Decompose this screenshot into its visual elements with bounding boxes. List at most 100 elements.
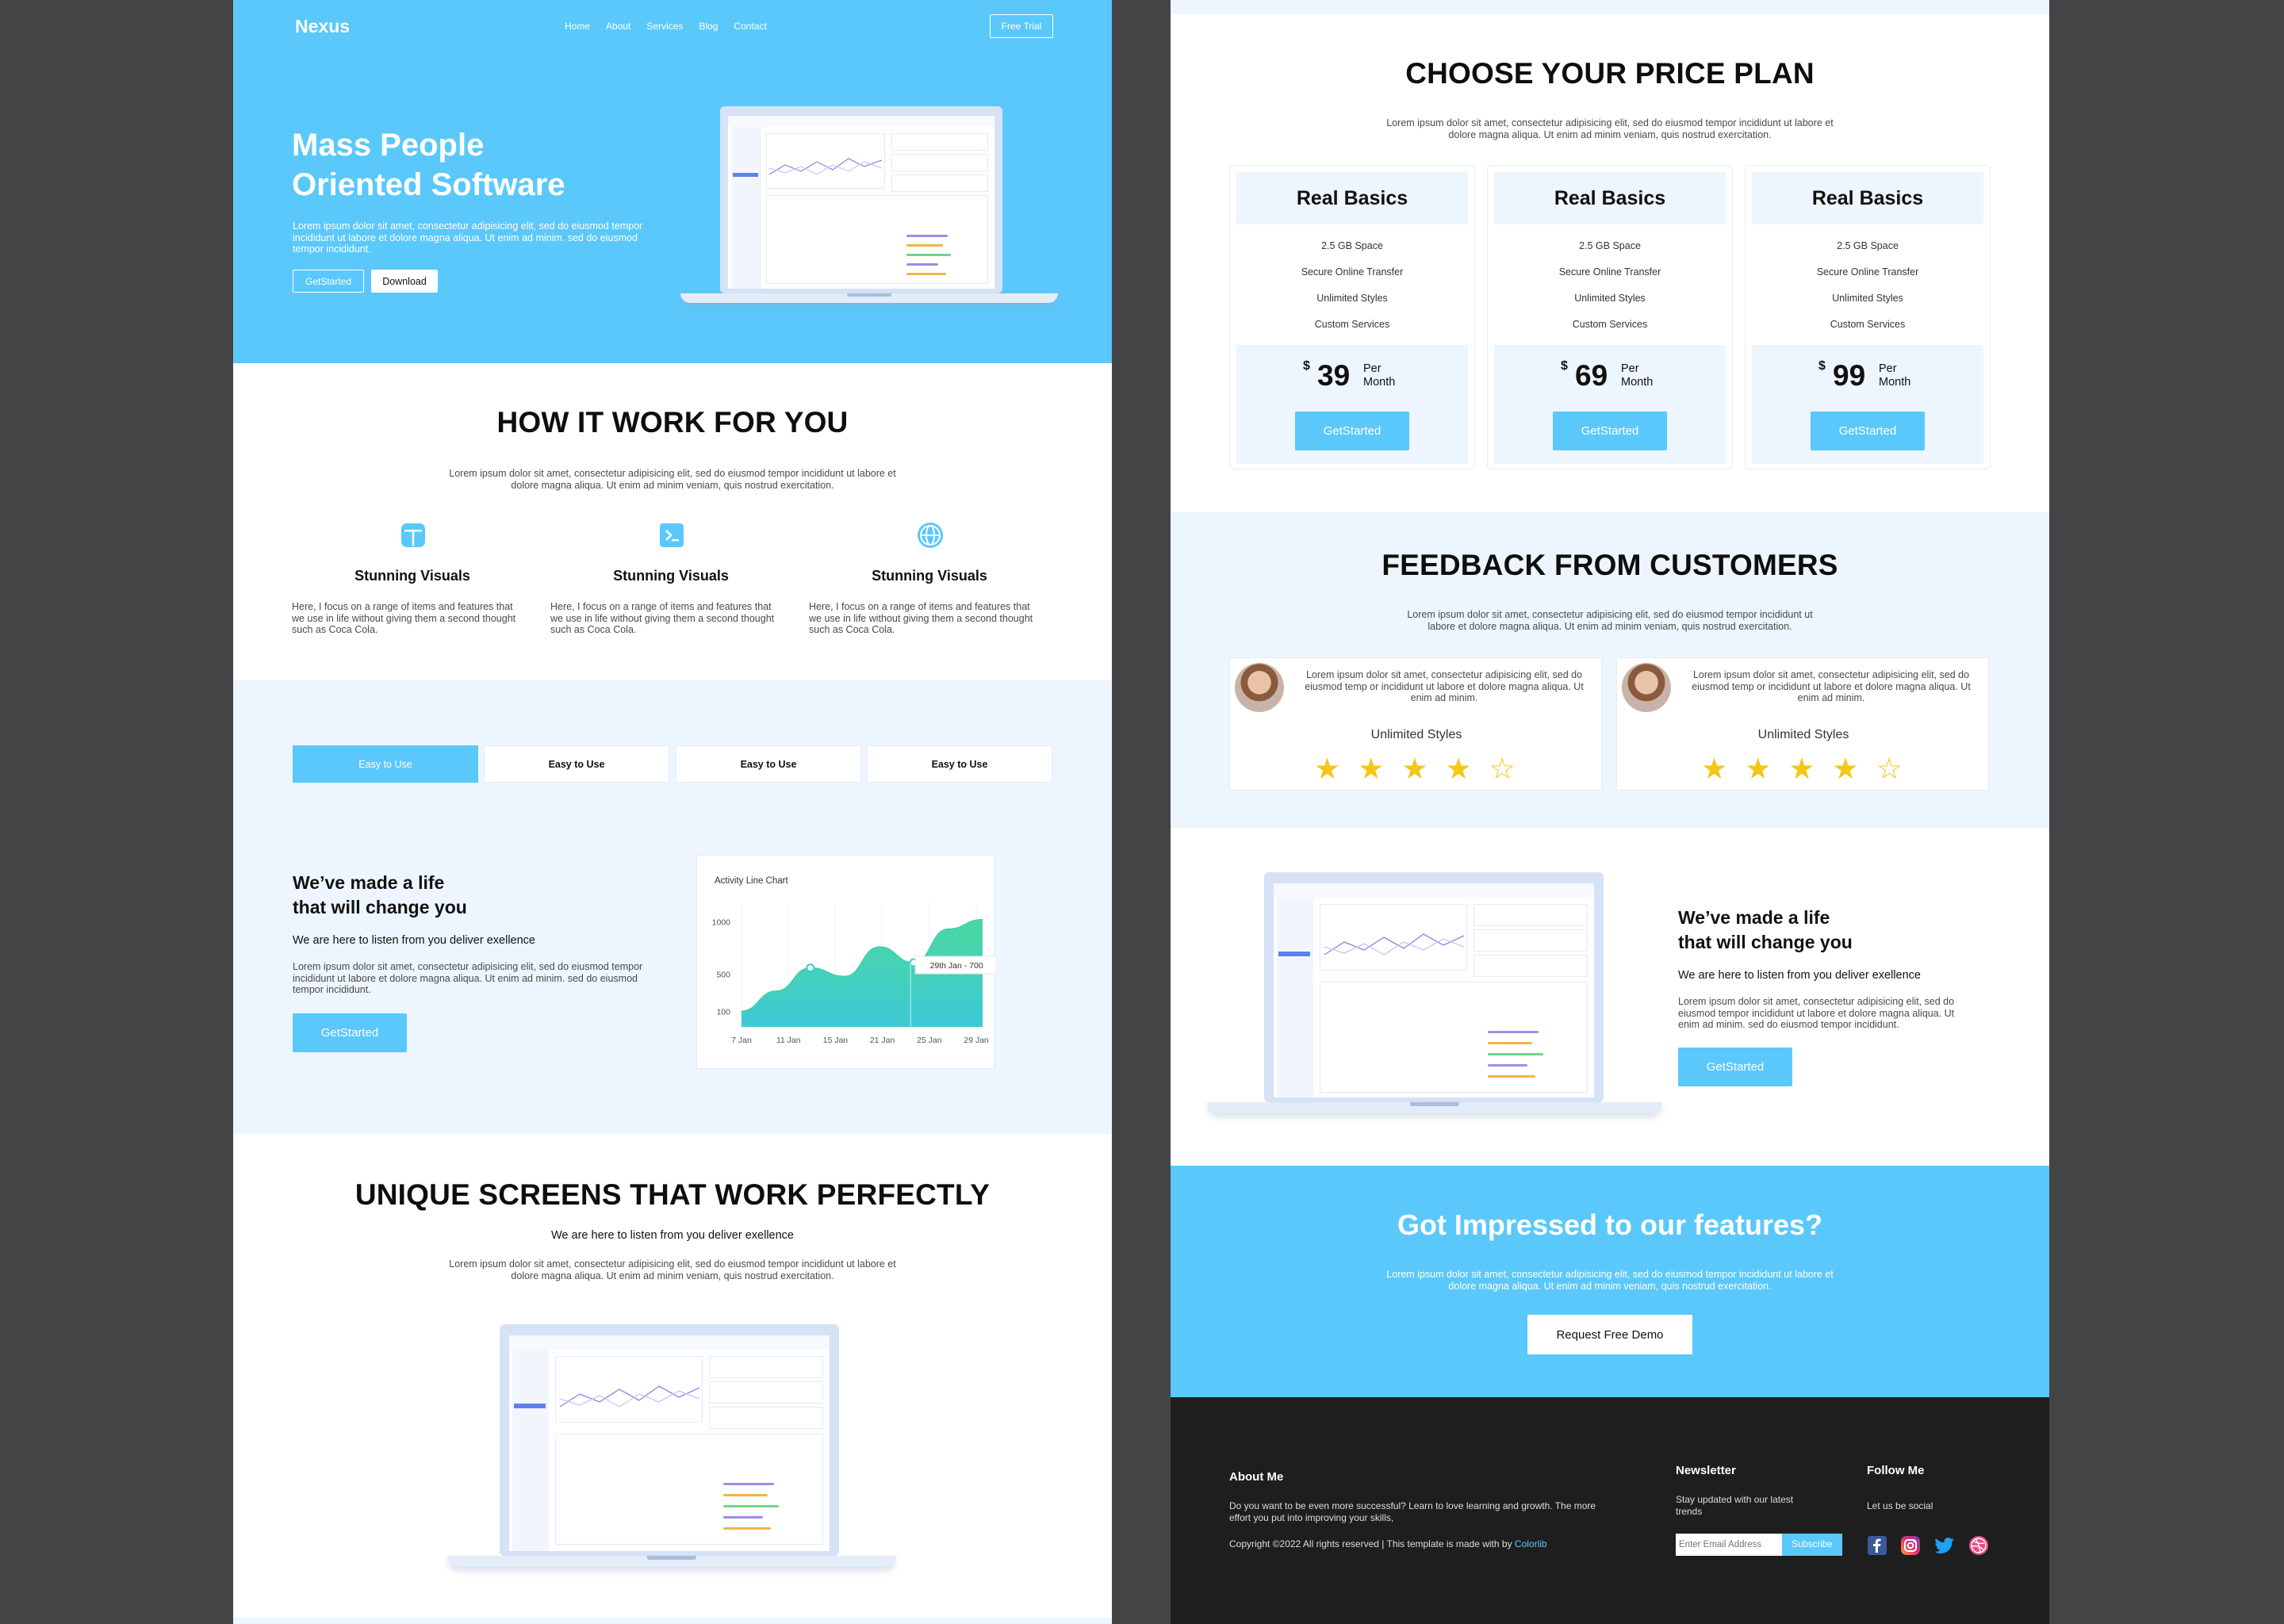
tab-easy-to-use-1[interactable]: Easy to Use <box>293 745 478 783</box>
x-tick-label: 11 Jan <box>776 1036 801 1045</box>
price-box: $ 39 Per Month GetStarted <box>1236 345 1468 464</box>
plan-name: Real Basics <box>1236 172 1468 224</box>
nav-services[interactable]: Services <box>646 21 683 32</box>
colorlib-link[interactable]: Colorlib <box>1515 1538 1547 1549</box>
x-tick-label: 7 Jan <box>731 1036 752 1045</box>
avatar <box>1235 663 1284 712</box>
unique-text: Lorem ipsum dolor sit amet, consectetur … <box>449 1258 896 1281</box>
plan-getstarted-button[interactable]: GetStarted <box>1553 412 1667 450</box>
follow-text: Let us be social <box>1867 1500 1933 1511</box>
tab-easy-to-use-4[interactable]: Easy to Use <box>867 745 1052 783</box>
nav-blog[interactable]: Blog <box>699 21 718 32</box>
price-box: $ 69 Per Month GetStarted <box>1494 345 1726 464</box>
feature-text-2: Here, I focus on a range of items and fe… <box>550 601 775 635</box>
chart-point <box>806 963 815 973</box>
price-value: 69 <box>1575 359 1608 392</box>
feature-title-2: Stunning Visuals <box>613 568 729 584</box>
unique-subtitle: We are here to listen from you deliver e… <box>551 1229 794 1242</box>
nav-about[interactable]: About <box>606 21 630 32</box>
y-tick-label: 100 <box>716 1008 730 1017</box>
price-value: 99 <box>1833 359 1866 392</box>
mockup-line-chart-icon <box>769 158 882 175</box>
globe-icon <box>917 522 944 549</box>
rating-stars: ★★★★☆ <box>1701 753 1920 785</box>
life-text-right: Lorem ipsum dolor sit amet, consectetur … <box>1678 996 1955 1030</box>
price-card-1: Real Basics 2.5 GB Space Secure Online T… <box>1229 165 1475 469</box>
bottom-band <box>233 1618 1112 1624</box>
y-tick-label: 500 <box>716 971 730 980</box>
subscribe-button[interactable]: Subscribe <box>1782 1534 1842 1556</box>
landing-page-right: CHOOSE YOUR PRICE PLAN Lorem ipsum dolor… <box>1171 0 2049 1624</box>
footer-copyright: Copyright ©2022 All rights reserved | Th… <box>1229 1538 1547 1549</box>
life-title: We’ve made a life that will change you <box>293 872 467 917</box>
terminal-icon <box>658 522 685 549</box>
activity-chart-card: Activity Line Chart 7 Jan 11 Jan 15 Jan 21 … <box>696 855 995 1069</box>
unique-section-title: UNIQUE SCREENS THAT WORK PERFECTLY <box>354 1178 991 1211</box>
hero-download-button[interactable]: Download <box>371 270 438 293</box>
life-title-right: We’ve made a life that will change you <box>1678 907 1853 952</box>
price-card-3: Real Basics 2.5 GB Space Secure Online T… <box>1745 165 1991 469</box>
cta-section: Got Impressed to our features? Lorem ips… <box>1171 1166 2049 1397</box>
logo[interactable]: Nexus <box>295 16 350 37</box>
x-tick-label: 15 Jan <box>823 1036 849 1045</box>
life-text: Lorem ipsum dolor sit amet, consectetur … <box>293 961 643 995</box>
pricing-text: Lorem ipsum dolor sit amet, consectetur … <box>1386 117 1834 140</box>
nav-contact[interactable]: Contact <box>734 21 766 32</box>
testimonial-text: Lorem ipsum dolor sit amet, consectetur … <box>1305 669 1584 703</box>
twitter-icon[interactable] <box>1933 1535 1956 1556</box>
free-trial-button[interactable]: Free Trial <box>990 14 1053 38</box>
pricing-title: CHOOSE YOUR PRICE PLAN <box>1405 57 1815 90</box>
testimonial-text: Lorem ipsum dolor sit amet, consectetur … <box>1692 669 1971 703</box>
feature-text-3: Here, I focus on a range of items and fe… <box>809 601 1033 635</box>
mockup-line-chart-icon <box>560 1385 699 1408</box>
nav-home[interactable]: Home <box>565 21 590 32</box>
plan-getstarted-button[interactable]: GetStarted <box>1811 412 1925 450</box>
price-value: 39 <box>1317 359 1351 392</box>
how-section-title: HOW IT WORK FOR YOU <box>496 406 849 439</box>
how-section-text: Lorem ipsum dolor sit amet, consectetur … <box>449 468 896 491</box>
hero-laptop-mockup <box>680 106 1058 306</box>
life-getstarted-button-right[interactable]: GetStarted <box>1678 1048 1792 1086</box>
newsletter-text: Stay updated with our latest trends <box>1676 1494 1794 1517</box>
tab-easy-to-use-2[interactable]: Easy to Use <box>484 745 669 783</box>
testimonial-card-2: Lorem ipsum dolor sit amet, consectetur … <box>1616 657 1989 791</box>
life-subtitle-right: We are here to listen from you deliver e… <box>1678 969 1921 982</box>
y-tick-label: 1000 <box>712 917 731 927</box>
avatar <box>1622 663 1671 712</box>
life-getstarted-button[interactable]: GetStarted <box>293 1013 407 1052</box>
unique-laptop-mockup <box>447 1324 896 1570</box>
hero-title: Mass People Oriented Software <box>292 128 565 202</box>
nav-links: Home About Services Blog Contact <box>565 21 767 32</box>
request-demo-button[interactable]: Request Free Demo <box>1527 1315 1692 1354</box>
testimonial-name: Unlimited Styles <box>1757 728 1849 741</box>
feedback-text: Lorem ipsum dolor sit amet, consectetur … <box>1407 609 1813 632</box>
email-input[interactable] <box>1676 1534 1782 1556</box>
follow-title: Follow Me <box>1867 1464 1925 1477</box>
life-laptop-mockup <box>1207 872 1662 1116</box>
life-subtitle: We are here to listen from you deliver e… <box>293 934 535 947</box>
x-tick-label: 21 Jan <box>870 1036 895 1045</box>
plan-getstarted-button[interactable]: GetStarted <box>1295 412 1409 450</box>
testimonial-card-1: Lorem ipsum dolor sit amet, consectetur … <box>1229 657 1602 791</box>
x-tick-label: 25 Jan <box>917 1036 942 1045</box>
tab-easy-to-use-3[interactable]: Easy to Use <box>676 745 861 783</box>
hero-section: Nexus Home About Services Blog Contact F… <box>233 0 1112 363</box>
hero-text: Lorem ipsum dolor sit amet, consectetur … <box>293 220 643 255</box>
facebook-icon[interactable] <box>1867 1535 1887 1556</box>
footer-about-text: Do you want to be even more successful? … <box>1229 1500 1596 1523</box>
mockup-line-chart-icon <box>1324 933 1464 956</box>
instagram-icon[interactable] <box>1900 1535 1921 1556</box>
testimonial-name: Unlimited Styles <box>1370 728 1462 741</box>
hero-getstarted-button[interactable]: GetStarted <box>293 270 364 293</box>
feature-text-1: Here, I focus on a range of items and fe… <box>292 601 516 635</box>
dribbble-icon[interactable] <box>1968 1535 1989 1556</box>
footer: About Me Do you want to be even more suc… <box>1171 1397 2049 1624</box>
x-tick-label: 29 Jan <box>964 1036 989 1045</box>
rating-stars: ★★★★☆ <box>1314 753 1533 785</box>
activity-area-chart: 7 Jan 11 Jan 15 Jan 21 Jan 25 Jan 29 Jan 1000 5… <box>712 903 995 1045</box>
footer-about-title: About Me <box>1229 1470 1284 1484</box>
cta-title: Got Impressed to our features? <box>1397 1208 1823 1241</box>
cta-text: Lorem ipsum dolor sit amet, consectetur … <box>1386 1269 1834 1292</box>
feature-title-1: Stunning Visuals <box>354 568 470 584</box>
layout-icon <box>400 522 427 549</box>
